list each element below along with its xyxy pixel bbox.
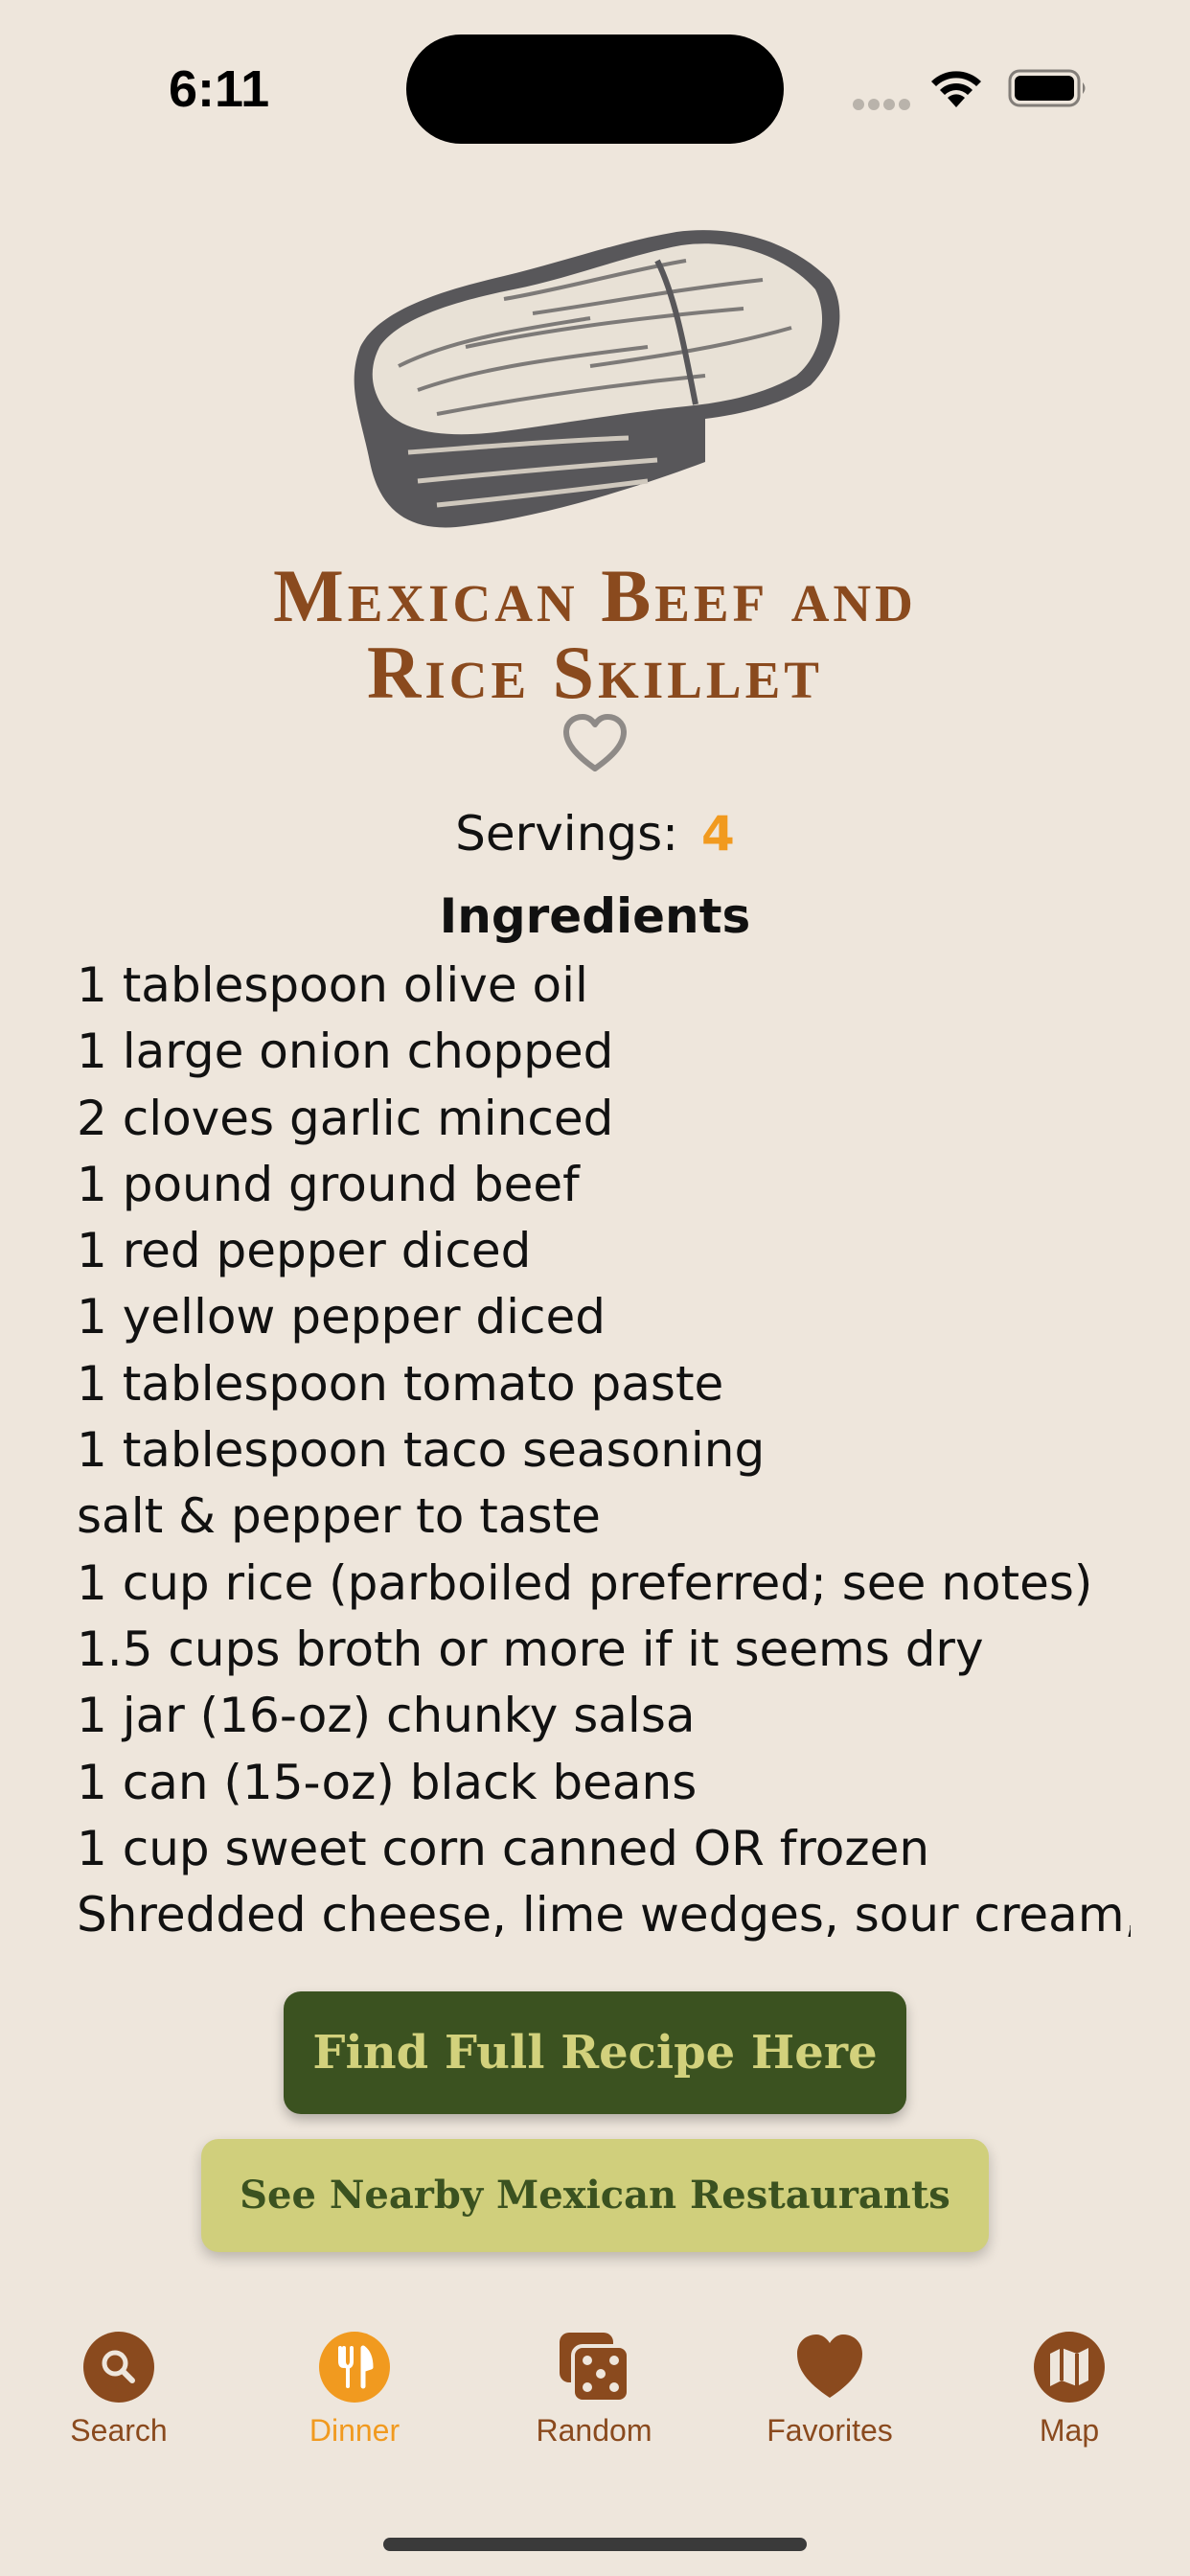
ingredient-item: 2 cloves garlic minced — [77, 1090, 614, 1146]
see-nearby-restaurants-button[interactable]: See Nearby Mexican Restaurants — [201, 2139, 989, 2252]
ingredient-item: 1 cup sweet corn canned OR frozen — [77, 1820, 930, 1876]
ingredients-heading: Ingredients — [439, 888, 751, 944]
ingredient-item: salt & pepper to taste — [77, 1488, 601, 1545]
tab-search-label: Search — [70, 2413, 168, 2448]
tab-favorites-label: Favorites — [767, 2413, 893, 2448]
find-full-recipe-button[interactable]: Find Full Recipe Here — [284, 1991, 906, 2114]
dynamic-island — [406, 34, 784, 144]
ingredient-item: Shredded cheese, lime wedges, sour cream… — [77, 1887, 1131, 1944]
dice-icon — [560, 2333, 630, 2404]
cellular-signal-icon — [853, 96, 914, 114]
wifi-icon — [931, 71, 981, 107]
ingredient-item: 1 red pepper diced — [77, 1223, 532, 1279]
ingredient-item: 1 large onion chopped — [77, 1024, 614, 1080]
home-indicator[interactable] — [383, 2538, 807, 2551]
ingredient-item: 1 cup rice (parboiled preferred; see not… — [77, 1554, 1093, 1611]
ingredients-list[interactable]: 1 tablespoon olive oil 1 large onion cho… — [77, 953, 1131, 1968]
ingredient-item: 1.5 cups broth or more if it seems dry — [77, 1621, 984, 1677]
search-icon — [83, 2332, 154, 2403]
tab-random-label: Random — [536, 2413, 652, 2448]
recipe-title: Mexican Beef and Rice Skillet — [0, 558, 1190, 711]
ingredient-item: 1 tablespoon tomato paste — [77, 1355, 724, 1412]
ingredient-item: 1 tablespoon olive oil — [77, 957, 588, 1013]
recipe-title-line2: Rice Skillet — [367, 631, 823, 714]
tab-dinner-label: Dinner — [309, 2413, 400, 2448]
tab-map-label: Map — [1039, 2413, 1100, 2448]
fork-knife-icon — [319, 2332, 390, 2403]
map-icon — [1034, 2332, 1105, 2403]
status-time: 6:11 — [169, 60, 270, 118]
ingredient-item: 1 yellow pepper diced — [77, 1289, 606, 1346]
tab-bar: Search Dinner Random Favorites Map — [0, 2331, 1190, 2494]
heart-icon — [797, 2334, 862, 2398]
tab-search[interactable]: Search — [23, 2331, 215, 2449]
tab-map[interactable]: Map — [973, 2331, 1165, 2449]
tab-favorites[interactable]: Favorites — [734, 2331, 926, 2449]
ingredient-item: 1 tablespoon taco seasoning — [77, 1422, 766, 1479]
servings-label: Servings: — [455, 806, 679, 862]
tab-random[interactable]: Random — [498, 2331, 690, 2449]
servings-value: 4 — [701, 806, 735, 862]
recipe-title-line1: Mexican Beef and — [273, 554, 917, 637]
servings-row: Servings: 4 — [0, 803, 1190, 864]
battery-icon — [1008, 69, 1086, 107]
favorite-heart-icon[interactable] — [561, 713, 629, 774]
tab-dinner[interactable]: Dinner — [259, 2331, 450, 2449]
ingredient-item: 1 pound ground beef — [77, 1156, 580, 1212]
ingredient-item: 1 can (15-oz) black beans — [77, 1754, 698, 1810]
ingredient-item: 1 jar (16-oz) chunky salsa — [77, 1688, 696, 1744]
steak-illustration — [354, 230, 840, 528]
